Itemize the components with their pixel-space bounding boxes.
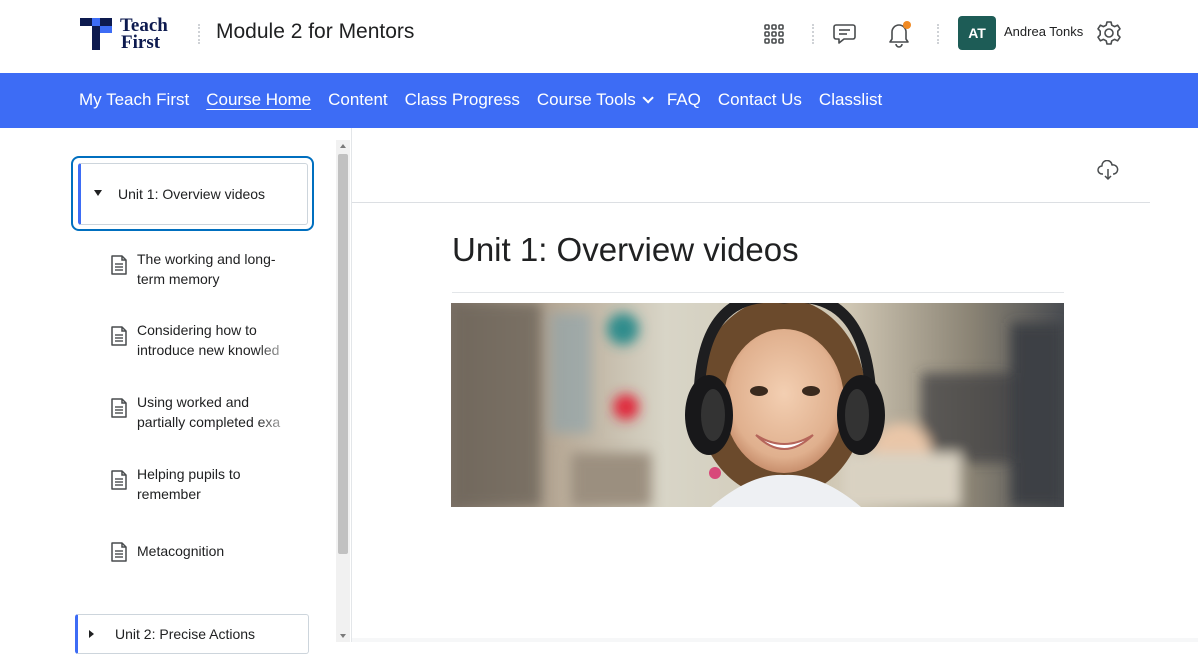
course-title[interactable]: Module 2 for Mentors — [216, 20, 414, 44]
topic-label: Metacognition — [137, 541, 297, 561]
nav-item-course-tools[interactable]: Course Tools — [536, 90, 654, 110]
document-icon — [111, 326, 127, 346]
hero-image — [451, 303, 1064, 507]
topic-label: Helping pupils to remember — [137, 464, 297, 504]
sidebar-scrollbar[interactable] — [336, 140, 350, 642]
download-cloud-icon[interactable] — [1097, 159, 1119, 182]
scroll-down-arrow-icon[interactable] — [340, 634, 346, 638]
sidebar-divider — [351, 128, 352, 642]
nav-item-faq[interactable]: FAQ — [667, 90, 701, 110]
header-divider — [937, 24, 939, 44]
document-icon — [111, 542, 127, 562]
topic-label-line: remember — [137, 486, 201, 502]
nav-item-content[interactable]: Content — [328, 90, 388, 110]
topic-label-line: Considering how to — [137, 322, 257, 338]
course-navbar: My Teach First Course Home Content Class… — [0, 73, 1198, 128]
header-divider — [812, 24, 814, 44]
nav-item-course-tools-label: Course Tools — [536, 90, 636, 109]
topic-label: Considering how to introduce new knowled — [137, 320, 297, 360]
nav-item-course-home[interactable]: Course Home — [206, 90, 311, 110]
caret-down-icon[interactable] — [94, 190, 102, 196]
bell-icon[interactable] — [885, 20, 913, 48]
teach-first-logo[interactable]: Teach First — [78, 14, 168, 54]
topic-item[interactable]: Considering how to introduce new knowled — [110, 320, 300, 360]
table-of-contents-sidebar: Unit 1: Overview videos The working and … — [0, 128, 352, 654]
logo-line2: First — [121, 32, 161, 53]
apps-grid-icon[interactable] — [760, 20, 788, 48]
topic-label-line: term memory — [137, 271, 220, 287]
document-icon — [111, 470, 127, 490]
chat-icon[interactable] — [830, 20, 858, 48]
navbar-items: My Teach First Course Home Content Class… — [79, 90, 899, 110]
logo-mark-icon — [80, 18, 112, 50]
document-icon — [111, 255, 127, 275]
nav-item-my-teach-first[interactable]: My Teach First — [79, 90, 189, 110]
topic-label-line: introduce new knowled — [137, 342, 280, 358]
top-header: Teach First Module 2 for Mentors AT Andr… — [0, 0, 1198, 73]
topic-label: The working and long- term memory — [137, 249, 297, 289]
topic-label-line: The working and long- — [137, 251, 276, 267]
user-name[interactable]: Andrea Tonks — [1004, 24, 1083, 39]
topic-label-line: Helping pupils to — [137, 466, 241, 482]
page-title: Unit 1: Overview videos — [452, 231, 799, 268]
topic-label-line: Metacognition — [137, 543, 225, 559]
nav-item-contact-us[interactable]: Contact Us — [718, 90, 802, 110]
content-toolbar-divider — [352, 202, 1150, 203]
topic-item[interactable]: Using worked and partially completed exa — [110, 392, 300, 432]
topic-item[interactable]: Helping pupils to remember — [110, 464, 300, 504]
logo-text: Teach First — [120, 16, 168, 53]
child-with-headphones-image — [451, 303, 1064, 507]
topic-label-line: partially completed exa — [137, 414, 281, 430]
title-divider — [452, 292, 1064, 293]
scroll-up-arrow-icon[interactable] — [340, 144, 346, 148]
scrollbar-thumb[interactable] — [338, 154, 348, 554]
unit-2-label: Unit 2: Precise Actions — [115, 626, 256, 642]
caret-right-icon[interactable] — [89, 630, 94, 638]
nav-item-classlist[interactable]: Classlist — [819, 90, 882, 110]
unit-2-item[interactable]: Unit 2: Precise Actions — [75, 614, 309, 654]
nav-item-class-progress[interactable]: Class Progress — [405, 90, 520, 110]
bottom-edge — [352, 638, 1198, 642]
unit-1-focus-ring: Unit 1: Overview videos — [71, 156, 314, 231]
header-divider — [198, 24, 200, 44]
chevron-down-icon — [642, 92, 654, 104]
topic-label: Using worked and partially completed exa — [137, 392, 297, 432]
document-icon — [111, 398, 127, 418]
topic-label-line: Using worked and — [137, 394, 250, 410]
avatar[interactable]: AT — [958, 16, 996, 50]
gear-icon[interactable] — [1095, 19, 1123, 47]
topic-item[interactable]: The working and long- term memory — [110, 249, 300, 289]
unit-1-item[interactable]: Unit 1: Overview videos — [78, 163, 308, 225]
topic-item[interactable]: Metacognition — [110, 541, 300, 562]
unit-1-label: Unit 1: Overview videos — [118, 186, 266, 202]
